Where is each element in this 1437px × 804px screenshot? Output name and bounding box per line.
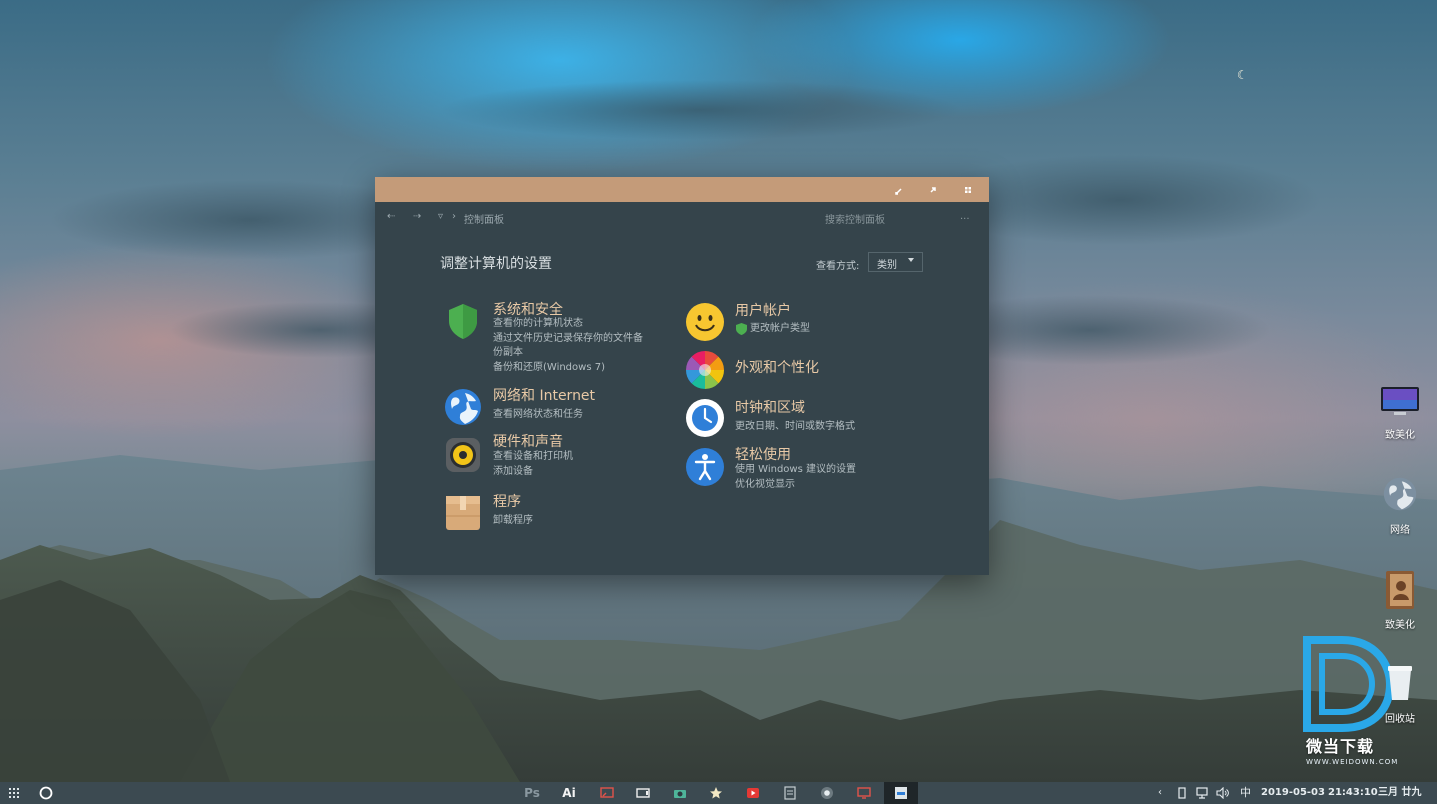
desktop-icon-label: 致美化 <box>1385 620 1415 631</box>
clock-icon <box>686 399 724 437</box>
breadcrumb-separator: › <box>452 211 456 222</box>
start-menu-icon[interactable] <box>6 782 22 804</box>
network-tray-icon[interactable] <box>1195 782 1209 804</box>
category-link[interactable]: 份副本 <box>493 346 523 360</box>
recent-dropdown[interactable]: ▿ <box>438 211 443 222</box>
maximize-icon[interactable] <box>926 183 940 197</box>
control-panel-window[interactable]: ⇠ ⇢ ▿ › 控制面板 搜索控制面板 ... 调整计算机的设置 查看方式: 类… <box>375 177 989 575</box>
contacts-book-icon <box>1386 571 1414 609</box>
tray-time[interactable]: 21:43:10 <box>1328 782 1378 804</box>
category-title[interactable]: 网络和 Internet <box>493 385 595 405</box>
search-input[interactable]: 搜索控制面板 <box>825 211 885 226</box>
category-link[interactable]: 通过文件历史记录保存你的文件备 <box>493 332 643 346</box>
notes-icon[interactable] <box>779 782 801 804</box>
forward-button[interactable]: ⇢ <box>413 211 421 222</box>
network-globe-icon <box>1383 477 1417 511</box>
control-panel-taskbar-icon[interactable] <box>884 782 918 804</box>
category-title[interactable]: 时钟和区域 <box>735 397 805 417</box>
search-more-button[interactable]: ... <box>960 211 970 222</box>
package-icon <box>446 496 480 530</box>
category-link[interactable]: 备份和还原(Windows 7) <box>493 361 605 375</box>
titlebar[interactable] <box>375 177 989 202</box>
category-link[interactable]: 更改日期、时间或数字格式 <box>735 420 855 434</box>
minimize-icon[interactable] <box>892 183 906 197</box>
category-title[interactable]: 系统和安全 <box>493 299 563 319</box>
back-button[interactable]: ⇠ <box>387 211 395 222</box>
chevron-down-icon <box>908 258 914 262</box>
tray-chevron-icon[interactable]: ‹ <box>1158 782 1162 804</box>
desktop-icon-label: 致美化 <box>1385 430 1415 441</box>
recycle-bin-icon <box>1388 666 1412 700</box>
page-title: 调整计算机的设置 <box>440 256 552 272</box>
usb-icon[interactable] <box>1178 782 1186 804</box>
watermark-subtext: WWW.WEIDOWN.COM <box>1306 758 1399 766</box>
shield-icon <box>449 304 477 339</box>
category-link[interactable]: 优化视觉显示 <box>735 478 795 492</box>
category-link[interactable]: 使用 Windows 建议的设置 <box>735 463 856 477</box>
category-title[interactable]: 轻松使用 <box>735 444 791 464</box>
accessibility-icon <box>686 448 724 486</box>
video-icon[interactable] <box>632 782 654 804</box>
globe-icon <box>445 389 481 425</box>
search-circle-icon[interactable] <box>36 782 56 804</box>
category-link[interactable]: 查看网络状态和任务 <box>493 408 583 422</box>
desktop-icon-label: 网络 <box>1390 525 1410 536</box>
category-link[interactable]: 添加设备 <box>493 465 533 479</box>
category-link[interactable]: 卸载程序 <box>493 514 533 528</box>
speaker-icon <box>446 438 480 472</box>
category-title[interactable]: 外观和个性化 <box>735 357 819 377</box>
category-title[interactable]: 硬件和声音 <box>493 431 563 451</box>
breadcrumb-control-panel[interactable]: 控制面板 <box>464 211 504 226</box>
tray-lunar-date[interactable]: 三月 廿九 <box>1378 782 1421 804</box>
photoshop-icon[interactable]: Ps <box>520 782 544 804</box>
taskbar[interactable]: Ps Ai ‹ 中 2019-05-03 21:43:10 三月 廿九 <box>0 782 1437 804</box>
category-link[interactable]: 更改帐户类型 <box>750 322 810 336</box>
color-wheel-icon <box>686 351 724 389</box>
moon-icon: ☾ <box>1237 68 1248 82</box>
star-icon[interactable] <box>705 782 727 804</box>
view-by-label: 查看方式: <box>816 261 860 272</box>
desktop-icon-label: 回收站 <box>1385 714 1415 725</box>
category-title[interactable]: 程序 <box>493 491 521 511</box>
view-by-select[interactable]: 类别 <box>868 252 923 272</box>
category-link[interactable]: 查看你的计算机状态 <box>493 317 583 331</box>
category-title[interactable]: 用户帐户 <box>735 300 791 320</box>
uac-shield-icon <box>736 323 747 335</box>
camera-icon[interactable] <box>669 782 691 804</box>
watermark-text: 微当下载 <box>1306 737 1375 756</box>
cast-icon[interactable] <box>596 782 618 804</box>
close-icon[interactable] <box>961 183 975 197</box>
view-by-value: 类别 <box>877 260 897 271</box>
ime-indicator[interactable]: 中 <box>1240 782 1251 804</box>
youtube-icon[interactable] <box>742 782 764 804</box>
smiley-icon <box>686 303 724 341</box>
monitor-app-icon[interactable] <box>853 782 875 804</box>
chrome-icon[interactable] <box>816 782 838 804</box>
volume-icon[interactable] <box>1216 782 1230 804</box>
category-link[interactable]: 查看设备和打印机 <box>493 450 573 464</box>
illustrator-icon[interactable]: Ai <box>557 782 581 804</box>
tray-date[interactable]: 2019-05-03 <box>1261 782 1325 804</box>
monitor-icon <box>1381 387 1419 415</box>
